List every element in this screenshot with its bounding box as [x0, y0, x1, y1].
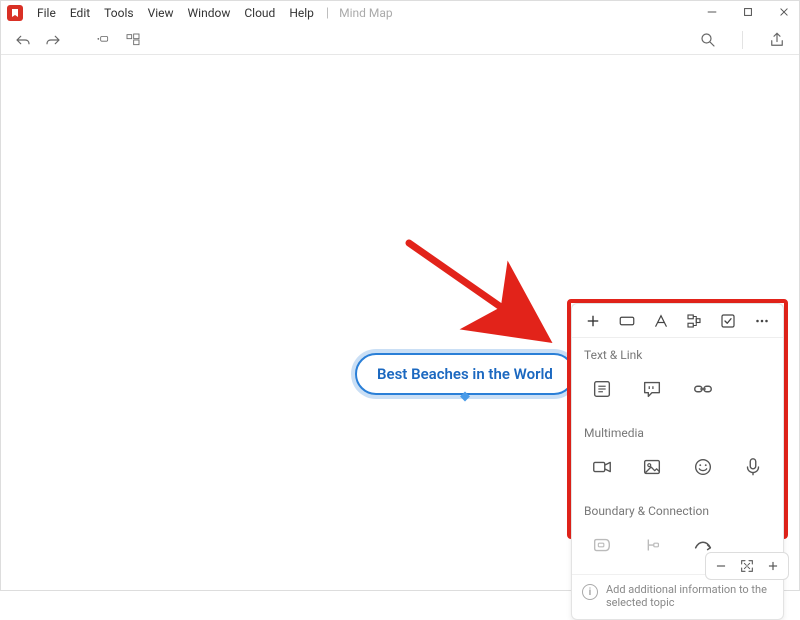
menu-edit[interactable]: Edit [64, 4, 96, 22]
titlebar: File Edit Tools View Window Cloud Help |… [1, 1, 799, 25]
menubar: File Edit Tools View Window Cloud Help |… [31, 4, 397, 22]
summary-button[interactable] [630, 528, 674, 562]
panel-tab-structure[interactable] [677, 304, 711, 337]
menu-help[interactable]: Help [283, 4, 320, 22]
fit-screen-button[interactable] [736, 555, 758, 577]
info-icon: i [582, 584, 598, 600]
window-controls [703, 3, 793, 21]
window-close-button[interactable] [775, 3, 793, 21]
document-title: Mind Map [335, 4, 397, 22]
menu-window[interactable]: Window [182, 4, 237, 22]
search-button[interactable] [696, 28, 720, 52]
note-button[interactable] [580, 372, 624, 406]
section-title-multimedia: Multimedia [572, 416, 783, 446]
window-minimize-button[interactable] [703, 3, 721, 21]
central-topic-node[interactable]: Best Beaches in the World [355, 353, 575, 395]
video-button[interactable] [580, 450, 624, 484]
layout-button[interactable] [121, 28, 145, 52]
zoom-in-button[interactable] [762, 555, 784, 577]
panel-tab-more[interactable] [745, 304, 779, 337]
menu-separator: | [326, 6, 329, 21]
panel-tab-text[interactable] [644, 304, 678, 337]
redo-button[interactable] [41, 28, 65, 52]
section-row-textlink [572, 368, 783, 416]
central-topic-label: Best Beaches in the World [377, 365, 553, 383]
window-maximize-button[interactable] [739, 3, 757, 21]
audio-button[interactable] [731, 450, 775, 484]
menu-cloud[interactable]: Cloud [238, 4, 281, 22]
comment-button[interactable] [630, 372, 674, 406]
toolbar-separator [742, 31, 743, 49]
insert-node-button[interactable] [91, 28, 115, 52]
panel-tab-shape[interactable] [610, 304, 644, 337]
panel-tabs [572, 304, 783, 338]
image-button[interactable] [630, 450, 674, 484]
panel-info-text: Add additional information to the select… [606, 583, 773, 609]
app-icon [7, 5, 23, 21]
panel-tab-task[interactable] [711, 304, 745, 337]
panel-tab-add[interactable] [576, 304, 610, 337]
emoji-button[interactable] [681, 450, 725, 484]
menu-tools[interactable]: Tools [98, 4, 139, 22]
menu-view[interactable]: View [142, 4, 180, 22]
section-title-textlink: Text & Link [572, 338, 783, 368]
boundary-button[interactable] [580, 528, 624, 562]
canvas[interactable]: Best Beaches in the World [1, 55, 799, 590]
zoom-out-button[interactable] [710, 555, 732, 577]
annotation-arrow [397, 235, 567, 355]
panel-info: i Add additional information to the sele… [572, 574, 783, 619]
menu-file[interactable]: File [31, 4, 62, 22]
section-row-multimedia [572, 446, 783, 494]
toolbar [1, 25, 799, 55]
link-button[interactable] [681, 372, 725, 406]
section-title-boundary: Boundary & Connection [572, 494, 783, 524]
undo-button[interactable] [11, 28, 35, 52]
zoom-control [705, 552, 789, 580]
share-button[interactable] [765, 28, 789, 52]
